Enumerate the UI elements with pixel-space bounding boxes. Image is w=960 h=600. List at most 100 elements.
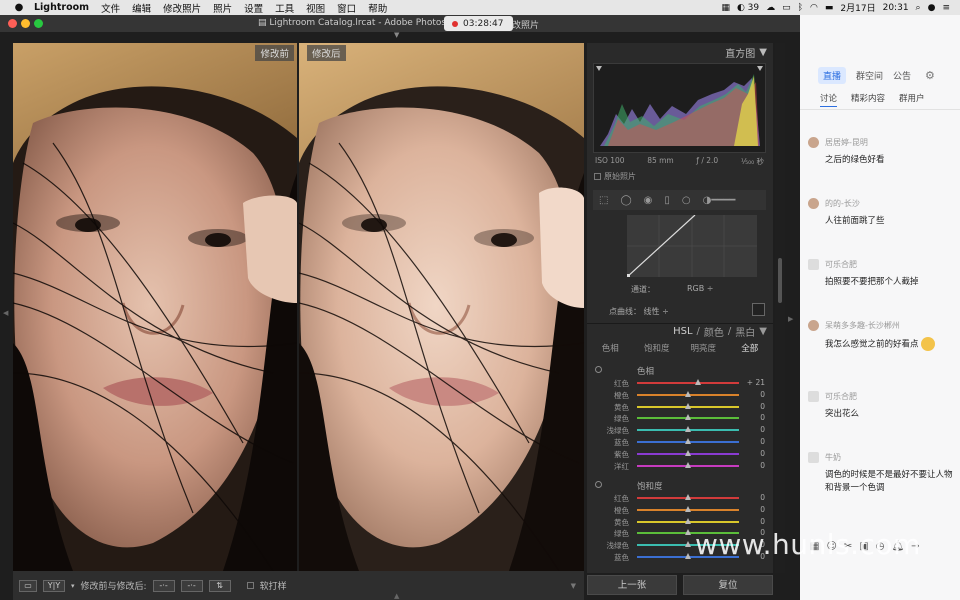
saturation-slider-knob[interactable] — [685, 529, 691, 536]
right-panel-toggle-icon[interactable]: ▶ — [788, 315, 793, 323]
menubar-date[interactable]: 2月17日 — [840, 1, 875, 14]
soft-proof-checkbox[interactable] — [246, 582, 254, 589]
histogram[interactable] — [593, 63, 766, 153]
menu-app[interactable]: Lightroom — [26, 2, 95, 13]
close-button[interactable] — [8, 19, 17, 28]
previous-button[interactable]: 上一张 — [587, 575, 677, 595]
zoom-button[interactable] — [34, 19, 43, 28]
color-mode-tab[interactable]: 颜色 — [704, 324, 724, 339]
loupe-view-icon[interactable]: ▭ — [19, 579, 37, 592]
hue-slider-value[interactable]: 0 — [743, 402, 765, 411]
target-adjust-icon[interactable] — [595, 366, 602, 373]
channel-select[interactable]: RGB ÷ — [687, 284, 714, 295]
panel-scrollbar[interactable] — [775, 43, 785, 573]
hue-slider-knob[interactable] — [685, 402, 691, 409]
avatar[interactable] — [808, 137, 819, 148]
siri-icon[interactable]: ● — [928, 3, 936, 13]
hue-slider-track[interactable] — [637, 382, 739, 384]
subtab-discussion[interactable]: 讨论 — [820, 92, 838, 107]
menu-help[interactable]: 帮助 — [362, 1, 393, 15]
tab-announcement[interactable]: 公告 — [893, 69, 911, 82]
saturation-slider-knob[interactable] — [685, 517, 691, 524]
copy-before-to-after-icon[interactable]: -·- — [152, 579, 175, 592]
saturation-slider-value[interactable]: 0 — [743, 493, 765, 502]
menu-view[interactable]: 视图 — [300, 1, 331, 15]
highlight-clip-icon[interactable] — [757, 66, 763, 71]
input-method-icon[interactable]: ▬ — [825, 3, 834, 13]
toolbar-menu-icon[interactable]: ▼ — [571, 582, 576, 590]
spot-removal-icon[interactable]: ◯ — [620, 195, 631, 206]
control-center-icon[interactable]: ≡ — [942, 3, 950, 13]
hue-slider-value[interactable]: 0 — [743, 449, 765, 458]
tone-curve[interactable] — [626, 214, 757, 278]
hue-slider-value[interactable]: 0 — [743, 461, 765, 470]
battery-icon[interactable]: ▭ — [782, 3, 791, 13]
collapse-triangle-icon[interactable]: ▼ — [759, 326, 767, 337]
swap-settings-icon[interactable]: ⇅ — [208, 579, 231, 592]
saturation-slider-knob[interactable] — [685, 552, 691, 559]
original-photo-checkbox[interactable] — [594, 173, 601, 180]
tab-luminance[interactable]: 明亮度 — [680, 341, 727, 357]
menu-settings[interactable]: 设置 — [238, 1, 269, 15]
left-panel-toggle-icon[interactable]: ◀ — [3, 309, 8, 317]
hue-slider-knob[interactable] — [685, 449, 691, 456]
subtab-members[interactable]: 群用户 — [899, 92, 925, 107]
hue-slider-knob[interactable] — [685, 426, 691, 433]
before-photo[interactable]: 修改前 — [13, 43, 297, 571]
menu-window[interactable]: 窗口 — [331, 1, 362, 15]
minimize-button[interactable] — [21, 19, 30, 28]
subtab-highlights[interactable]: 精彩内容 — [851, 92, 885, 107]
tab-hue[interactable]: 色相 — [587, 341, 634, 357]
cloud-icon[interactable]: ☁ — [766, 3, 775, 13]
shadow-clip-icon[interactable] — [596, 66, 602, 71]
menu-file[interactable]: 文件 — [95, 1, 126, 15]
recording-indicator[interactable]: 03:28:47 — [444, 16, 514, 31]
bluetooth-icon[interactable]: ᛒ — [798, 3, 803, 13]
hue-slider-value[interactable]: 0 — [743, 413, 765, 422]
target-adjust-icon[interactable] — [595, 481, 602, 488]
top-panel-toggle-icon[interactable]: ▼ — [394, 31, 399, 39]
menu-develop[interactable]: 修改照片 — [157, 1, 207, 15]
avatar[interactable] — [808, 320, 819, 331]
notification-icon[interactable]: ◐ 39 — [737, 3, 759, 13]
menu-edit[interactable]: 编辑 — [126, 1, 157, 15]
saturation-slider-knob[interactable] — [685, 541, 691, 548]
hue-slider-knob[interactable] — [685, 461, 691, 468]
saturation-slider-value[interactable]: 0 — [743, 505, 765, 514]
bw-mode-tab[interactable]: 黑白 — [735, 324, 755, 339]
radial-filter-icon[interactable]: ○ — [682, 195, 691, 206]
extension-icon[interactable]: ▦ — [721, 3, 730, 13]
filmstrip-toggle-icon[interactable]: ▲ — [394, 592, 399, 600]
avatar[interactable] — [808, 452, 819, 463]
avatar[interactable] — [808, 198, 819, 209]
redeye-icon[interactable]: ◉ — [644, 195, 653, 206]
crop-tool-icon[interactable]: ⬚ — [599, 195, 608, 206]
avatar[interactable] — [808, 259, 819, 270]
adjustment-brush-icon[interactable]: ◑━━━━ — [703, 195, 736, 206]
copy-after-to-before-icon[interactable]: -·- — [180, 579, 203, 592]
hue-slider-value[interactable]: 0 — [743, 425, 765, 434]
hue-slider-knob[interactable] — [685, 437, 691, 444]
avatar[interactable] — [808, 391, 819, 402]
edit-point-curve-icon[interactable] — [752, 303, 765, 316]
before-after-view-button[interactable]: Y|Y — [43, 579, 65, 592]
hue-slider-knob[interactable] — [685, 414, 691, 421]
point-curve-select[interactable]: 线性 ÷ — [644, 307, 669, 316]
collapse-triangle-icon[interactable]: ▼ — [759, 47, 767, 58]
hsl-mode-tab[interactable]: HSL — [673, 326, 692, 337]
hue-slider-value[interactable]: 0 — [743, 390, 765, 399]
search-icon[interactable]: ⌕ — [916, 3, 921, 13]
hue-slider-value[interactable]: + 21 — [743, 378, 765, 387]
original-photo-toggle[interactable]: 原始照片 — [594, 171, 636, 182]
hue-slider-knob[interactable] — [685, 390, 691, 397]
tab-all[interactable]: 全部 — [727, 341, 774, 357]
histogram-header[interactable]: 直方图 ▼ — [587, 43, 773, 61]
tab-live[interactable]: 直播 — [818, 67, 847, 84]
scrollbar-thumb[interactable] — [778, 258, 782, 303]
tab-group-space[interactable]: 群空间 — [856, 69, 883, 82]
menu-photo[interactable]: 照片 — [207, 1, 238, 15]
tab-saturation[interactable]: 饱和度 — [634, 341, 681, 357]
reset-button[interactable]: 复位 — [683, 575, 773, 595]
settings-icon[interactable]: ⚙ — [925, 69, 935, 82]
hue-slider-knob[interactable] — [695, 379, 702, 385]
